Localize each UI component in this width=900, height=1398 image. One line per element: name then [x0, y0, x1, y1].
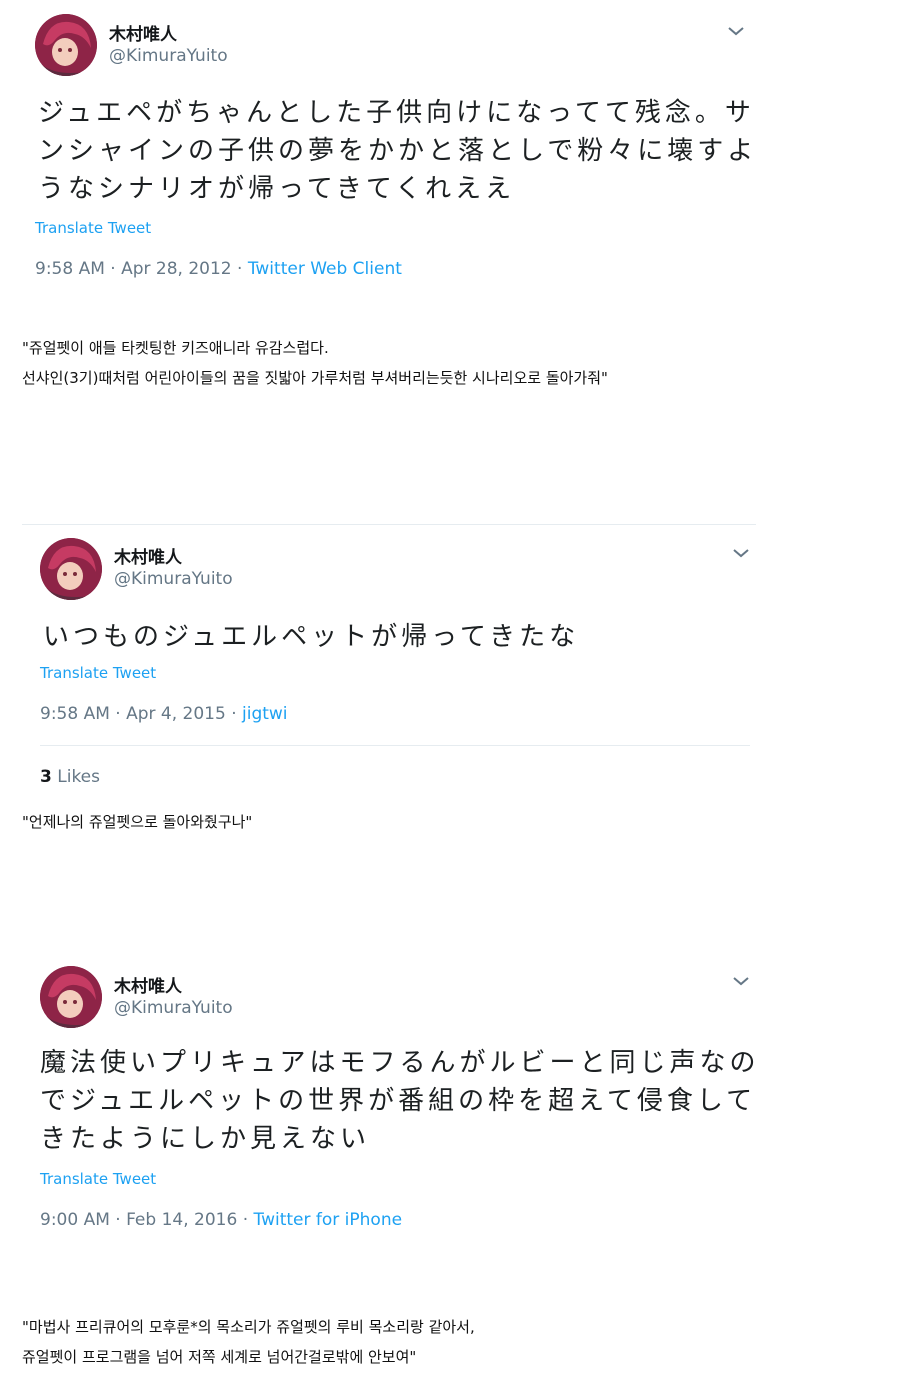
note-line: "마법사 프리큐어의 모후룬*의 목소리가 쥬얼펫의 루비 목소리랑 같아서, [22, 1318, 475, 1336]
translate-tweet-link[interactable]: Translate Tweet [35, 219, 151, 237]
display-name[interactable]: 木村唯人 [109, 20, 177, 45]
tweet-1: 木村唯人 @KimuraYuito ジュエペがちゃんとした子供向けになってて残念… [0, 0, 900, 300]
translate-tweet-link[interactable]: Translate Tweet [40, 664, 156, 682]
note-line: 쥬얼펫이 프로그램을 넘어 저쪽 세계로 넘어간걸로밖에 안보여" [22, 1348, 417, 1366]
tweet-timestamp: 9:00 AM · Feb 14, 2016 · Twitter for iPh… [40, 1210, 402, 1230]
tweet-line: うなシナリオが帰ってきてくれええ [38, 174, 516, 204]
tweet-time[interactable]: 9:58 AM · Apr 4, 2015 · [40, 704, 242, 724]
translation-note-1: "쥬얼펫이 애들 타켓팅한 키즈애니라 유감스럽다. 선샤인(3기)때처럼 어린… [22, 333, 608, 393]
translation-note-3: "마법사 프리큐어의 모후룬*의 목소리가 쥬얼펫의 루비 목소리랑 같아서, … [22, 1312, 475, 1372]
tweet-timestamp: 9:58 AM · Apr 4, 2015 · jigtwi [40, 704, 288, 724]
tweet-text: ジュエペがちゃんとした子供向けになってて残念。サ ンシャインの子供の夢をかかと落… [38, 94, 757, 208]
tweet-source[interactable]: jigtwi [242, 704, 288, 724]
avatar[interactable] [35, 14, 97, 76]
translation-note-2: "언제나의 쥬얼펫으로 돌아와줬구나" [22, 807, 252, 837]
user-handle[interactable]: @KimuraYuito [109, 46, 228, 66]
tweet-text: いつものジュエルペットが帰ってきたな [43, 618, 579, 656]
chevron-down-icon[interactable] [731, 546, 751, 560]
note-line: "쥬얼펫이 애들 타켓팅한 키즈애니라 유감스럽다. [22, 339, 329, 357]
likes-number: 3 [40, 767, 52, 787]
tweet-3: 木村唯人 @KimuraYuito 魔法使いプリキュアはモフるんがルビーと同じ声… [0, 952, 900, 1252]
note-line: "언제나의 쥬얼펫으로 돌아와줬구나" [22, 813, 253, 831]
chevron-down-icon[interactable] [731, 974, 751, 988]
user-handle[interactable]: @KimuraYuito [114, 998, 233, 1018]
translate-tweet-link[interactable]: Translate Tweet [40, 1170, 156, 1188]
tweet-timestamp: 9:58 AM · Apr 28, 2012 · Twitter Web Cli… [35, 259, 402, 279]
display-name[interactable]: 木村唯人 [114, 543, 182, 568]
tweet-2: 木村唯人 @KimuraYuito いつものジュエルペットが帰ってきたな Tra… [0, 524, 900, 804]
tweet-time[interactable]: 9:58 AM · Apr 28, 2012 · [35, 259, 248, 279]
tweet-time[interactable]: 9:00 AM · Feb 14, 2016 · [40, 1210, 254, 1230]
display-name[interactable]: 木村唯人 [114, 972, 182, 997]
tweet-line: 魔法使いプリキュアはモフるんがルビーと同じ声なの [40, 1048, 760, 1078]
tweet-line: でジュエルペットの世界が番組の枠を超えて侵食して [40, 1086, 757, 1116]
avatar[interactable] [40, 538, 102, 600]
tweet-text: 魔法使いプリキュアはモフるんがルビーと同じ声なの でジュエルペットの世界が番組の… [40, 1044, 759, 1158]
tweet-source[interactable]: Twitter for iPhone [254, 1210, 403, 1230]
avatar[interactable] [40, 966, 102, 1028]
tweet-source[interactable]: Twitter Web Client [248, 259, 402, 279]
chevron-down-icon[interactable] [726, 24, 746, 38]
likes-label: Likes [57, 767, 100, 787]
user-handle[interactable]: @KimuraYuito [114, 569, 233, 589]
tweet-line: ンシャインの子供の夢をかかと落としで粉々に壊すよ [38, 136, 758, 166]
likes-count[interactable]: 3 Likes [40, 767, 100, 787]
tweet-line: きたようにしか見えない [40, 1124, 371, 1154]
note-line: 선샤인(3기)때처럼 어린아이들의 꿈을 짓밟아 가루처럼 부셔버리는듯한 시나… [22, 369, 608, 387]
divider [40, 745, 750, 746]
tweet-line: ジュエペがちゃんとした子供向けになってて残念。サ [38, 98, 755, 128]
tweet-line: いつものジュエルペットが帰ってきたな [43, 622, 580, 652]
